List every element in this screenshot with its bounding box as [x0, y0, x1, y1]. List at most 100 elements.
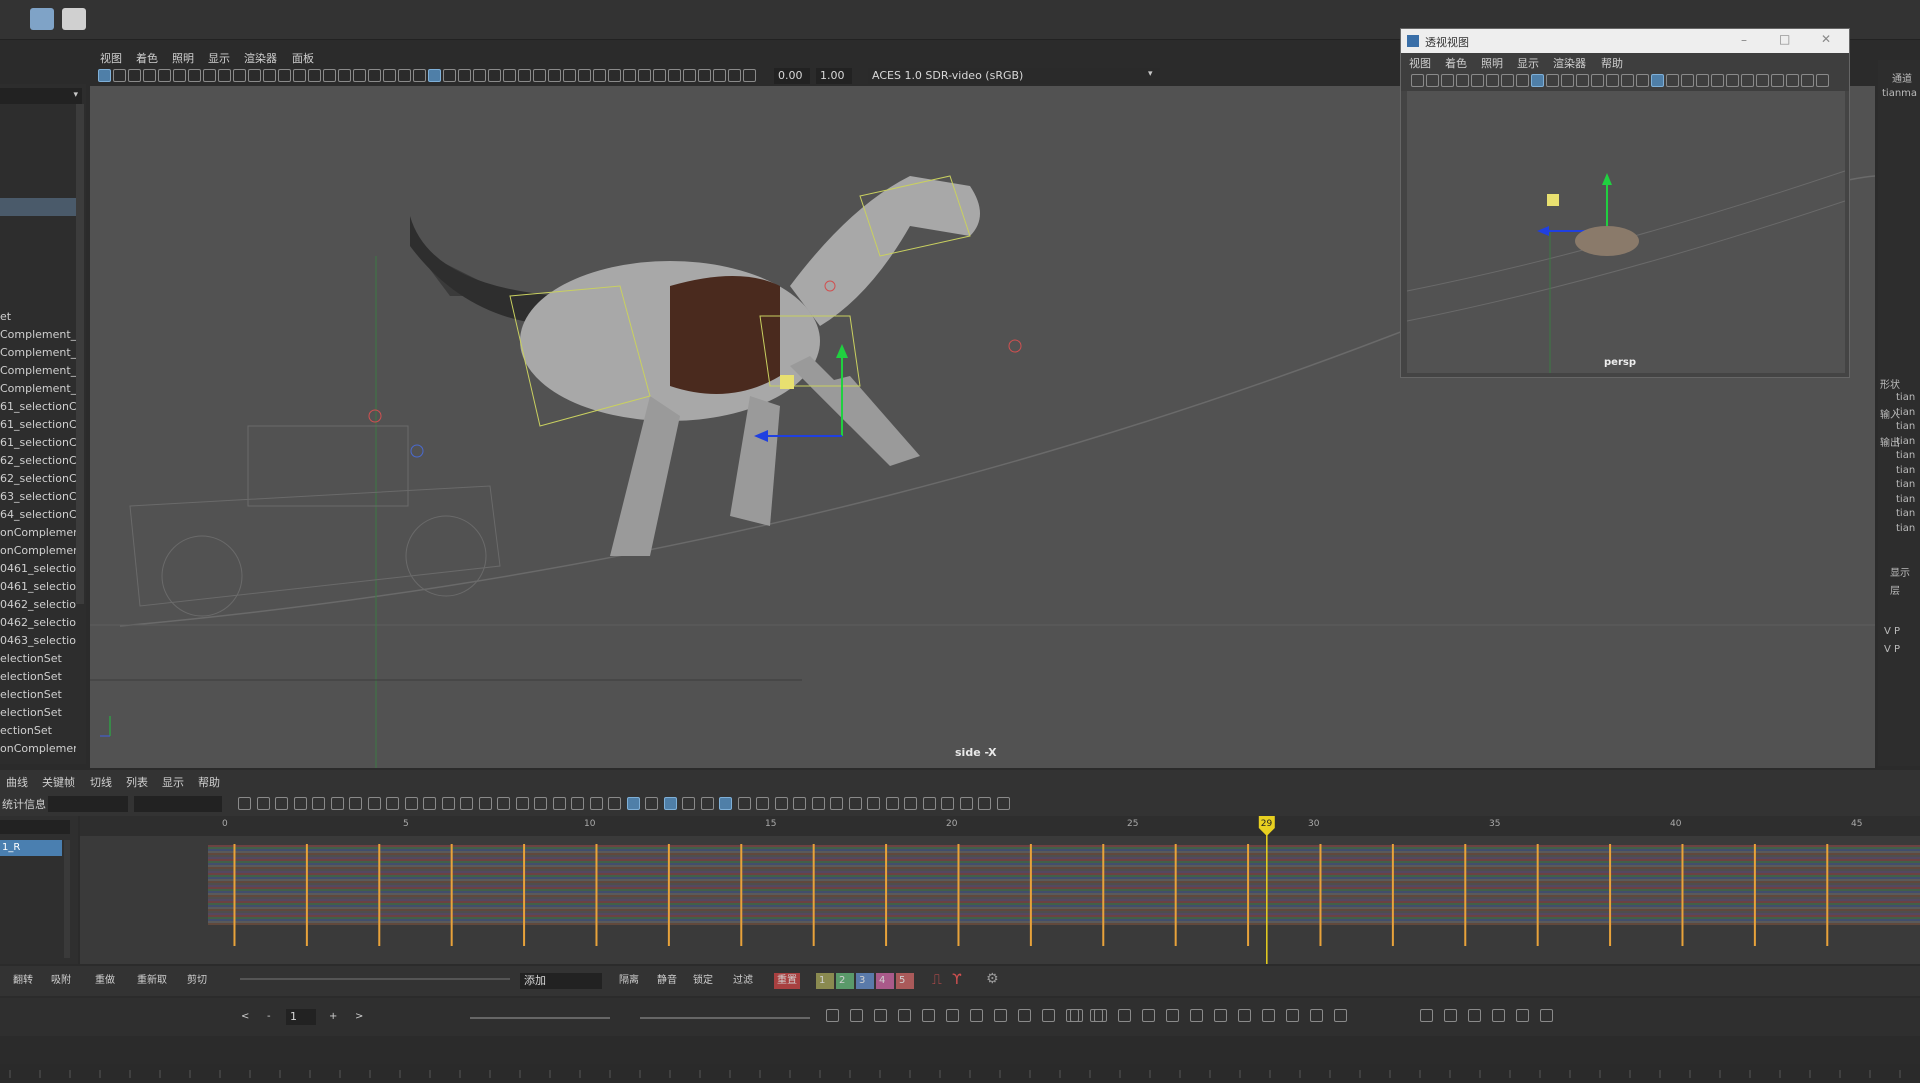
toolbar-tool-icon[interactable] [113, 69, 126, 82]
horse-model[interactable] [410, 176, 980, 556]
toolbar-tool-icon[interactable] [1636, 74, 1649, 87]
toolbar-tool-icon[interactable] [398, 69, 411, 82]
toolbar-tool-icon[interactable] [248, 69, 261, 82]
toolbar-tool-icon[interactable] [1492, 1009, 1505, 1022]
tangent-step-icon[interactable]: ⎍ [932, 972, 942, 988]
layer-btn-4[interactable]: 4 [876, 973, 894, 989]
toolbar-tool-icon[interactable] [1696, 74, 1709, 87]
selected-curve-item[interactable]: 1_R [0, 840, 62, 856]
outliner-item[interactable]: Complement_S [0, 362, 76, 380]
persp-menu-renderer[interactable]: 渲染器 [1553, 55, 1586, 71]
toolbar-tool-icon[interactable] [1094, 1009, 1107, 1022]
toolbar-tool-icon[interactable] [626, 797, 640, 810]
outliner-item[interactable]: 0462_selectio [0, 614, 76, 632]
graph-editor-curve-area[interactable]: 0 5 10 15 20 25 30 35 40 45 29 [80, 816, 1920, 964]
toolbar-tool-icon[interactable] [1238, 1009, 1251, 1022]
maximize-icon[interactable]: □ [1779, 32, 1790, 46]
toolbar-tool-icon[interactable] [443, 69, 456, 82]
prev-frame-button[interactable]: < [238, 1009, 252, 1025]
step-back-button[interactable]: - [264, 1009, 274, 1025]
toolbar-tool-icon[interactable] [645, 797, 658, 810]
ge-menu-tangents[interactable]: 切线 [90, 774, 112, 790]
toolbar-tool-icon[interactable] [349, 797, 362, 810]
outliner-item[interactable]: onComplemen [0, 740, 76, 758]
toolbar-tool-icon[interactable] [548, 69, 561, 82]
persp-menu-show[interactable]: 显示 [1517, 55, 1539, 71]
toolbar-tool-icon[interactable] [996, 797, 1010, 810]
ge-menu-curves[interactable]: 曲线 [6, 774, 28, 790]
toolbar-tool-icon[interactable] [593, 69, 606, 82]
menu-show[interactable]: 显示 [208, 50, 230, 66]
outliner-item[interactable]: 64_selectionC [0, 506, 76, 524]
ge-btn-flip[interactable]: 翻转 [10, 973, 36, 989]
gamma-field[interactable]: 1.00 [816, 68, 852, 84]
toolbar-tool-icon[interactable] [1262, 1009, 1275, 1022]
toolbar-tool-icon[interactable] [353, 69, 366, 82]
layer-row-1[interactable]: V P [1884, 626, 1900, 637]
toolbar-tool-icon[interactable] [959, 797, 973, 810]
toolbar-tool-icon[interactable] [293, 797, 307, 810]
outliner-item[interactable]: ectionSet [0, 722, 76, 740]
toolbar-tool-icon[interactable] [737, 797, 751, 810]
toolbar-tool-icon[interactable] [700, 797, 714, 810]
outliner-selected-row[interactable] [0, 198, 76, 216]
outliner-item[interactable]: 61_selectionC [0, 416, 76, 434]
toolbar-tool-icon[interactable] [312, 797, 325, 810]
toolbar-tool-icon[interactable] [1666, 74, 1679, 87]
close-icon[interactable]: ✕ [1821, 32, 1831, 46]
toolbar-tool-icon[interactable] [1190, 1009, 1203, 1022]
outliner-item[interactable]: electionSet [0, 704, 76, 722]
ge-btn-snap[interactable]: 吸附 [48, 973, 74, 989]
toolbar-tool-icon[interactable] [263, 69, 276, 82]
toolbar-tool-icon[interactable] [128, 69, 141, 82]
exposure-field[interactable]: 0.00 [774, 68, 810, 84]
toolbar-tool-icon[interactable] [428, 69, 441, 82]
ge-menu-list[interactable]: 列表 [126, 774, 148, 790]
toolbar-tool-icon[interactable] [756, 797, 769, 810]
menu-panels[interactable]: 面板 [292, 50, 314, 66]
toolbar-tool-icon[interactable] [1546, 74, 1559, 87]
channel-row[interactable]: tian [1896, 392, 1915, 403]
toolbar-tool-icon[interactable] [728, 69, 741, 82]
toolbar-tool-icon[interactable] [1726, 74, 1739, 87]
toolbar-tool-icon[interactable] [811, 797, 825, 810]
outliner-item[interactable]: 0461_selectio [0, 560, 76, 578]
outliner-item[interactable]: electionSet [0, 650, 76, 668]
channel-row[interactable]: tian [1896, 436, 1915, 447]
outliner-item[interactable]: onComplemer [0, 524, 76, 542]
toolbar-tool-icon[interactable] [1711, 74, 1724, 87]
toolbar-tool-icon[interactable] [203, 69, 216, 82]
outliner-item[interactable]: 0463_selectio [0, 632, 76, 650]
toolbar-tool-icon[interactable] [1486, 74, 1499, 87]
toolbar-tool-icon[interactable] [1621, 74, 1634, 87]
graph-ruler[interactable] [80, 816, 1920, 836]
outliner-item[interactable]: 0461_selectio [0, 578, 76, 596]
toolbar-tool-icon[interactable] [830, 797, 843, 810]
ge-add-mode-dropdown[interactable]: 添加 [520, 973, 602, 989]
outliner-scrollbar[interactable] [76, 104, 84, 604]
toolbar-tool-icon[interactable] [308, 69, 321, 82]
toolbar-tool-icon[interactable] [552, 797, 566, 810]
toolbar-tool-icon[interactable] [143, 69, 156, 82]
toolbar-tool-icon[interactable] [994, 1009, 1007, 1022]
toolbar-tool-icon[interactable] [578, 69, 591, 82]
toolbar-tool-icon[interactable] [338, 69, 351, 82]
outliner-item[interactable]: et [0, 308, 76, 326]
toolbar-tool-icon[interactable] [533, 69, 546, 82]
toolbar-tool-icon[interactable] [970, 1009, 983, 1022]
outliner-item[interactable]: 63_selectionC [0, 488, 76, 506]
toolbar-tool-icon[interactable] [1214, 1009, 1227, 1022]
menu-shading[interactable]: 着色 [136, 50, 158, 66]
persp-menu-lighting[interactable]: 照明 [1481, 55, 1503, 71]
tangent-spline-icon[interactable]: ϒ [952, 972, 962, 988]
toolbar-tool-icon[interactable] [515, 797, 529, 810]
outliner-item[interactable]: 62_selectionC [0, 452, 76, 470]
current-frame-field[interactable]: 1 [286, 1009, 316, 1025]
bottom-ruler[interactable] [0, 1064, 1920, 1080]
toolbar-tool-icon[interactable] [1561, 74, 1574, 87]
toolbar-tool-icon[interactable] [826, 1009, 839, 1022]
persp-viewport[interactable] [1407, 91, 1845, 373]
toolbar-tool-icon[interactable] [1591, 74, 1604, 87]
persp-menu-shading[interactable]: 着色 [1445, 55, 1467, 71]
toolbar-tool-icon[interactable] [978, 797, 991, 810]
